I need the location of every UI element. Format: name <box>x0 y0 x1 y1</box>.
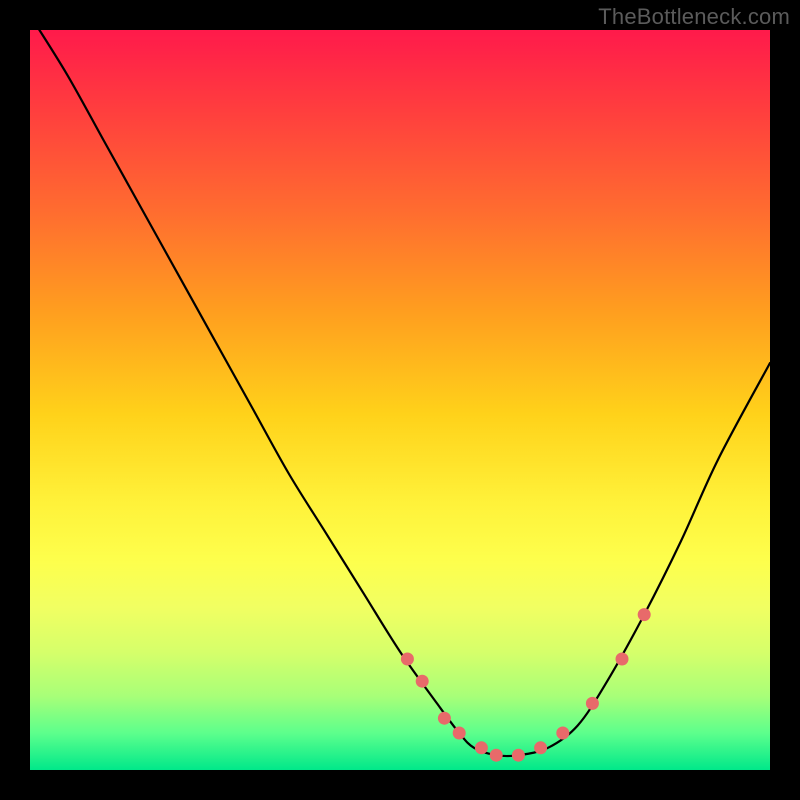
plot-area <box>30 30 770 770</box>
chart-frame: TheBottleneck.com <box>0 0 800 800</box>
watermark-text: TheBottleneck.com <box>598 4 790 30</box>
chart-svg <box>30 30 770 770</box>
curve-marker <box>638 608 651 621</box>
curve-marker <box>512 749 525 762</box>
curve-marker <box>586 697 599 710</box>
bottleneck-curve <box>30 15 770 756</box>
curve-marker <box>453 727 466 740</box>
curve-marker <box>490 749 503 762</box>
curve-marker <box>475 741 488 754</box>
curve-marker <box>616 653 629 666</box>
curve-marker <box>556 727 569 740</box>
curve-marker <box>401 653 414 666</box>
curve-marker <box>534 741 547 754</box>
curve-markers <box>401 608 651 762</box>
curve-marker <box>416 675 429 688</box>
curve-marker <box>438 712 451 725</box>
